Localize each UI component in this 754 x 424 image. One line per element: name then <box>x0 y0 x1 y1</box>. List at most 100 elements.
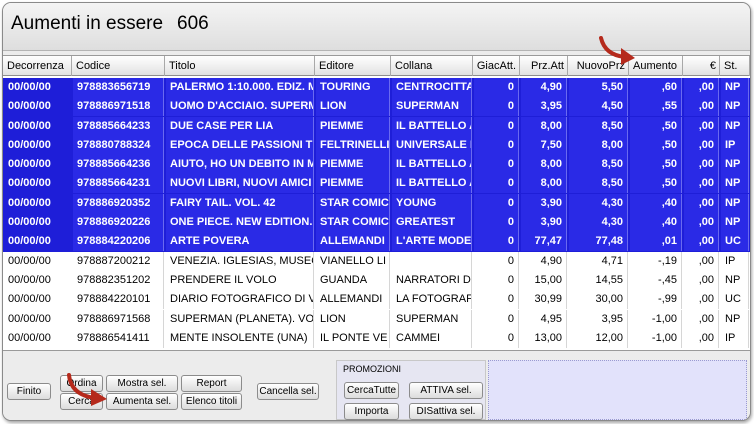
cell-st: NP <box>721 116 749 136</box>
disattiva-sel-button[interactable]: DISattiva sel. <box>409 403 483 420</box>
cell-giac: 0 <box>474 135 519 155</box>
column-header-editore[interactable]: Editore <box>315 56 391 76</box>
column-header-euro[interactable]: € <box>683 56 720 76</box>
cell-decorrenza: 00/00/00 <box>8 100 51 113</box>
cell-collana: NARRATORI DE <box>392 270 472 290</box>
table-row[interactable]: 00/00/00 978885664231 NUOVI LIBRI, NUOVI A… <box>3 174 750 194</box>
cell-euro: ,00 <box>684 309 719 329</box>
cell-prz: 8,00 <box>521 155 567 175</box>
cell-editore: STAR COMIC <box>316 193 390 213</box>
cell-titolo: UOMO D'ACCIAIO. SUPERMAN <box>166 97 314 117</box>
table-body: 00/00/00 978883656719 PALERMO 1:10.000. ED… <box>3 78 750 348</box>
table-row[interactable]: 00/00/00 978882351202 PRENDERE IL VOLO GUAN… <box>3 270 750 290</box>
cell-decorrenza: 00/00/00 <box>8 158 51 171</box>
table-row[interactable]: 00/00/00 978887200212 VENEZIA. IGLESIAS, M… <box>3 251 750 271</box>
column-header-titolo[interactable]: Titolo <box>165 56 315 76</box>
cell-collana: IL BATTELLO A <box>392 116 472 136</box>
column-header-nuovo-prezzo[interactable]: NuovoPrz <box>568 56 629 76</box>
cell-collana: IL BATTELLO A <box>392 155 472 175</box>
column-header-giacenza[interactable]: GiacAtt. <box>473 56 520 76</box>
cell-nuovo: 14,55 <box>569 270 628 290</box>
cell-nuovo: 3,95 <box>569 309 628 329</box>
column-header-decorrenza[interactable]: Decorrenza <box>3 56 72 76</box>
cell-collana: GREATEST <box>392 213 472 233</box>
cell-decorrenza: 00/00/00 <box>8 293 51 306</box>
app-window: Aumenti in essere 606 Decorrenza Codice … <box>2 2 751 421</box>
cell-codice: 978880788324 <box>73 135 164 155</box>
cell-editore: LION <box>316 309 390 329</box>
cell-collana: SUPERMAN <box>392 309 472 329</box>
cerca-tutte-button[interactable]: CercaTutte <box>344 382 399 399</box>
cell-aumento: -,45 <box>630 270 682 290</box>
cell-giac: 0 <box>474 232 519 252</box>
cell-aumento: ,60 <box>630 78 682 97</box>
cell-editore: PIEMME <box>316 155 390 175</box>
column-header-collana[interactable]: Collana <box>391 56 473 76</box>
cell-nuovo: 8,50 <box>569 155 628 175</box>
cell-giac: 0 <box>474 290 519 310</box>
table-row[interactable]: 00/00/00 978883656719 PALERMO 1:10.000. ED… <box>3 78 750 98</box>
attiva-sel-button[interactable]: ATTIVA sel. <box>409 382 483 399</box>
column-header-codice[interactable]: Codice <box>72 56 165 76</box>
ordina-button[interactable]: Ordina <box>60 375 103 392</box>
bottom-toolbar: Finito Ordina Cerca Mostra sel. Aumenta … <box>3 353 750 420</box>
cell-st: NP <box>721 78 749 97</box>
table-row[interactable]: 00/00/00 978880788324 EPOCA DELLE PASSIONI… <box>3 135 750 156</box>
cell-euro: ,00 <box>684 193 719 213</box>
cell-collana: IL BATTELLO A <box>392 174 472 194</box>
cell-collana: SUPERMAN <box>392 97 472 117</box>
cell-editore: ALLEMANDI <box>316 232 390 252</box>
cell-prz: 4,90 <box>521 78 567 97</box>
column-header-stato[interactable]: St. <box>720 56 750 76</box>
table-row[interactable]: 00/00/00 978885664236 AIUTO, HO UN DEBITO … <box>3 155 750 175</box>
cell-prz: 8,00 <box>521 174 567 194</box>
elenco-titoli-button[interactable]: Elenco titoli <box>181 393 242 410</box>
mostra-sel-button[interactable]: Mostra sel. <box>106 375 178 392</box>
report-button[interactable]: Report <box>181 375 242 392</box>
promozioni-panel: PROMOZIONI CercaTutte Importa ATTIVA sel… <box>336 360 486 420</box>
cell-st: NP <box>721 213 749 233</box>
cell-aumento: ,01 <box>630 232 682 252</box>
cell-aumento: -1,00 <box>630 328 682 348</box>
cell-giac: 0 <box>474 328 519 348</box>
table-row[interactable]: 00/00/00 978885664233 DUE CASE PER LIA PIEM… <box>3 116 750 136</box>
cell-codice: 978882351202 <box>73 270 164 290</box>
table-row[interactable]: 00/00/00 978886971568 SUPERMAN (PLANETA). … <box>3 309 750 329</box>
table-row[interactable]: 00/00/00 978886971518 UOMO D'ACCIAIO. SUPE… <box>3 97 750 117</box>
cell-decorrenza: 00/00/00 <box>8 177 51 190</box>
cell-aumento: ,55 <box>630 97 682 117</box>
cell-aumento: -1,00 <box>630 309 682 329</box>
cell-aumento: -,99 <box>630 290 682 310</box>
table-row[interactable]: 00/00/00 978884220101 DIARIO FOTOGRAFICO D… <box>3 290 750 310</box>
cell-titolo: EPOCA DELLE PASSIONI TRIS <box>166 135 314 155</box>
cell-nuovo: 12,00 <box>569 328 628 348</box>
cancella-sel-button[interactable]: Cancella sel. <box>257 383 319 400</box>
cell-collana: YOUNG <box>392 193 472 213</box>
cell-aumento: ,50 <box>630 116 682 136</box>
cell-st: IP <box>721 328 749 348</box>
cell-titolo: FAIRY TAIL. VOL. 42 <box>166 193 314 213</box>
cell-prz: 3,95 <box>521 97 567 117</box>
cell-editore: FELTRINELLI <box>316 135 390 155</box>
cell-decorrenza: 00/00/00 <box>8 235 51 248</box>
cell-titolo: MENTE INSOLENTE (UNA) <box>166 328 314 348</box>
cell-giac: 0 <box>474 270 519 290</box>
cerca-button[interactable]: Cerca <box>60 393 103 410</box>
aumenta-sel-button[interactable]: Aumenta sel. <box>106 393 178 410</box>
price-increase-table[interactable]: Decorrenza Codice Titolo Editore Collana… <box>3 55 750 351</box>
table-row[interactable]: 00/00/00 978886541411 MENTE INSOLENTE (UNA… <box>3 328 750 348</box>
cell-titolo: PRENDERE IL VOLO <box>166 270 314 290</box>
cell-decorrenza: 00/00/00 <box>8 138 51 151</box>
column-header-aumento[interactable]: Aumento <box>629 56 683 76</box>
cell-editore: STAR COMIC <box>316 213 390 233</box>
column-header-prezzo-attuale[interactable]: Prz.Att <box>520 56 568 76</box>
importa-button[interactable]: Importa <box>344 403 399 420</box>
table-row[interactable]: 00/00/00 978884220206 ARTE POVERA ALLEMANDI… <box>3 232 750 252</box>
table-row[interactable]: 00/00/00 978886920352 FAIRY TAIL. VOL. 42 S… <box>3 193 750 214</box>
finito-button[interactable]: Finito <box>7 383 51 400</box>
cell-titolo: VENEZIA. IGLESIAS, MUSEOS, <box>166 251 314 271</box>
cell-prz: 3,90 <box>521 213 567 233</box>
cell-editore: LION <box>316 97 390 117</box>
cell-st: UC <box>721 232 749 252</box>
table-row[interactable]: 00/00/00 978886920226 ONE PIECE. NEW EDITI… <box>3 213 750 233</box>
